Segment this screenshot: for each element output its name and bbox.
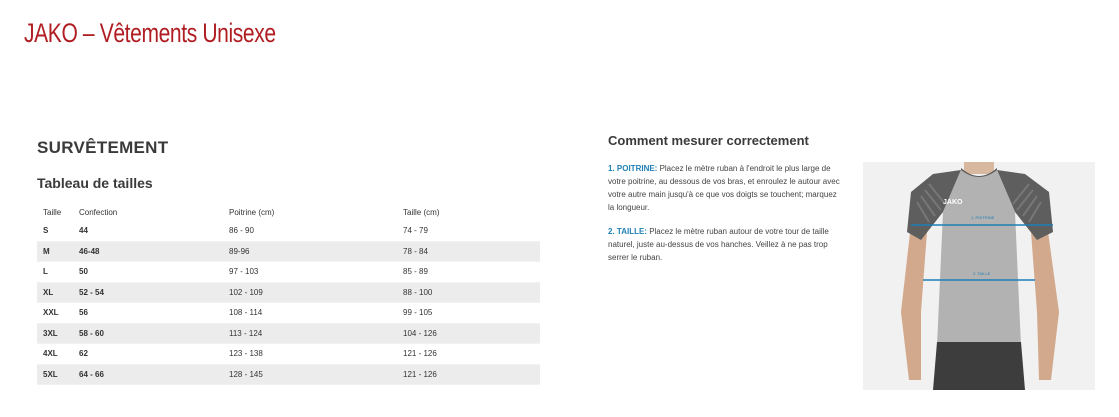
header-waist: Taille (cm) bbox=[403, 207, 440, 217]
instruction-waist: 2. TAILLE: Placez le mètre ruban autour … bbox=[608, 225, 840, 264]
model-photo: JAKO 1. POITRINE 2. TAILLE bbox=[863, 162, 1095, 390]
cell-chest: 86 - 90 bbox=[223, 221, 397, 242]
cell-size: L bbox=[37, 261, 73, 283]
cell-waist: 85 - 89 bbox=[397, 261, 540, 283]
cell-waist: 78 - 84 bbox=[397, 241, 540, 262]
cell-size: 3XL bbox=[37, 323, 73, 344]
cell-confection: 64 - 66 bbox=[73, 364, 223, 385]
cell-waist: 74 - 79 bbox=[397, 221, 540, 242]
cell-waist: 121 - 126 bbox=[397, 364, 540, 385]
neck-shape bbox=[964, 162, 994, 174]
table-row: M 46-48 89-96 78 - 84 bbox=[37, 241, 540, 262]
cell-waist: 121 - 126 bbox=[397, 343, 540, 365]
cell-chest: 113 - 124 bbox=[223, 323, 397, 344]
header-size: Taille bbox=[43, 207, 62, 217]
instruction-chest-label: 1. POITRINE: bbox=[608, 164, 658, 173]
instruction-chest: 1. POITRINE: Placez le mètre ruban à l'e… bbox=[608, 162, 840, 214]
instruction-waist-label: 2. TAILLE: bbox=[608, 227, 647, 236]
cell-confection: 50 bbox=[73, 261, 223, 283]
jako-logo-text: JAKO bbox=[943, 199, 963, 206]
size-table-title: Tableau de tailles bbox=[37, 175, 153, 191]
size-table: Taille Confection Poitrine (cm) Taille (… bbox=[37, 203, 540, 385]
waist-measure-label: 2. TAILLE bbox=[973, 271, 991, 276]
cell-size: XXL bbox=[37, 302, 73, 324]
table-row: XXL 56 108 - 114 99 - 105 bbox=[37, 302, 540, 324]
cell-chest: 97 - 103 bbox=[223, 261, 397, 283]
shorts bbox=[933, 342, 1025, 390]
cell-size: 4XL bbox=[37, 343, 73, 365]
chest-measure-label: 1. POITRINE bbox=[971, 215, 995, 220]
cell-waist: 99 - 105 bbox=[397, 302, 540, 324]
cell-chest: 123 - 138 bbox=[223, 343, 397, 365]
header-chest: Poitrine (cm) bbox=[229, 207, 275, 217]
header-confection: Confection bbox=[79, 207, 118, 217]
cell-confection: 56 bbox=[73, 302, 223, 324]
cell-confection: 58 - 60 bbox=[73, 323, 223, 344]
cell-chest: 128 - 145 bbox=[223, 364, 397, 385]
table-row: 4XL 62 123 - 138 121 - 126 bbox=[37, 343, 540, 365]
section-title: SURVÊTEMENT bbox=[37, 138, 169, 157]
tshirt-model-illustration: JAKO 1. POITRINE 2. TAILLE bbox=[863, 162, 1095, 390]
measure-title: Comment mesurer correctement bbox=[608, 133, 809, 148]
table-row: L 50 97 - 103 85 - 89 bbox=[37, 261, 540, 283]
table-row: S 44 86 - 90 74 - 79 bbox=[37, 221, 540, 242]
cell-size: XL bbox=[37, 282, 73, 303]
cell-waist: 104 - 126 bbox=[397, 323, 540, 344]
cell-chest: 89-96 bbox=[223, 241, 397, 262]
cell-confection: 62 bbox=[73, 343, 223, 365]
table-header-row: Taille Confection Poitrine (cm) Taille (… bbox=[37, 203, 540, 221]
cell-size: 5XL bbox=[37, 364, 73, 385]
page-title: JAKO – Vêtements Unisexe bbox=[24, 18, 276, 48]
table-row: 3XL 58 - 60 113 - 124 104 - 126 bbox=[37, 323, 540, 344]
cell-waist: 88 - 100 bbox=[397, 282, 540, 303]
cell-size: M bbox=[37, 241, 73, 262]
cell-confection: 52 - 54 bbox=[73, 282, 223, 303]
table-row: XL 52 - 54 102 - 109 88 - 100 bbox=[37, 282, 540, 303]
cell-chest: 102 - 109 bbox=[223, 282, 397, 303]
table-row: 5XL 64 - 66 128 - 145 121 - 126 bbox=[37, 364, 540, 385]
cell-size: S bbox=[37, 221, 73, 242]
cell-confection: 46-48 bbox=[73, 241, 223, 262]
cell-chest: 108 - 114 bbox=[223, 302, 397, 324]
cell-confection: 44 bbox=[73, 221, 223, 242]
